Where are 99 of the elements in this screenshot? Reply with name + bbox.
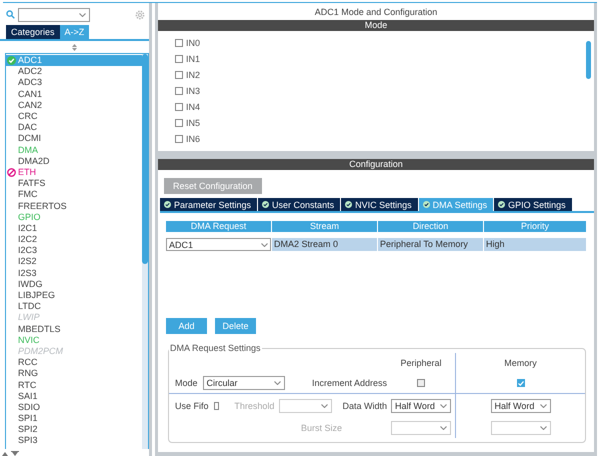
chevron-down-icon [261, 242, 268, 246]
search-icon[interactable] [6, 10, 15, 19]
check-circle-icon [422, 201, 430, 208]
peripheral-item[interactable]: RCC [6, 357, 142, 368]
settings-tab[interactable]: NVIC Settings [341, 198, 418, 211]
check-circle-icon [498, 201, 506, 208]
peripheral-item[interactable]: SPI3 [6, 435, 142, 447]
chevron-down-icon [540, 426, 546, 430]
checkbox[interactable] [175, 102, 183, 111]
chevron-down-icon [440, 404, 447, 408]
field-label: Threshold [234, 401, 274, 411]
peripheral-item[interactable]: CAN1 [6, 88, 142, 100]
peripheral-item[interactable]: LIBJPEG [6, 290, 142, 302]
checkbox[interactable] [175, 134, 183, 143]
peripheral-item[interactable]: I2C1 [6, 222, 142, 234]
channel-label: IN1 [186, 54, 200, 64]
channel-label: IN2 [186, 70, 200, 80]
chevron-down-icon [79, 12, 86, 16]
peripheral-item[interactable]: SPI1 [6, 413, 142, 424]
check-circle-icon [7, 56, 16, 66]
check-circle-icon [345, 201, 352, 208]
check-circle-icon [164, 201, 171, 208]
chevron-down-icon [440, 426, 447, 430]
channel-label: IN5 [186, 118, 200, 128]
table-cell: DMA2 Stream 0 [272, 238, 377, 251]
column-header: Direction [378, 221, 483, 232]
peripheral-item[interactable]: FMC [6, 189, 142, 200]
peripheral-item[interactable]: I2S2 [6, 256, 142, 268]
channel-label: IN3 [186, 86, 200, 96]
field-label: Data Width [342, 401, 387, 411]
column-header: Stream [272, 221, 377, 232]
peripheral-item[interactable]: DMA2D [6, 156, 142, 167]
peripheral-item[interactable]: FATFS [6, 178, 142, 190]
data-width-dropdown[interactable]: Half Word [490, 399, 550, 413]
sort-icon[interactable] [72, 44, 77, 51]
peripheral-item[interactable]: IWDG [6, 278, 142, 290]
burst-size-dropdown[interactable] [490, 421, 550, 435]
checkbox[interactable] [175, 70, 183, 79]
panel-title: ADC1 Mode and Configuration [158, 3, 594, 20]
table-cell: High [484, 238, 586, 251]
mode-dropdown[interactable]: Circular [202, 376, 285, 390]
peripheral-item[interactable]: MBEDTLS [6, 324, 142, 335]
scroll-arrows-icon[interactable] [2, 451, 20, 456]
search-field[interactable] [18, 8, 90, 22]
column-header: Priority [484, 221, 586, 232]
settings-icon[interactable] [135, 10, 145, 20]
column-label: Peripheral [400, 358, 442, 368]
checkbox[interactable] [175, 38, 183, 47]
peripheral-item[interactable]: RTC [6, 379, 142, 391]
dma-request-dropdown[interactable]: ADC1 [166, 238, 271, 251]
chevron-down-icon [274, 381, 281, 385]
checkbox[interactable] [175, 86, 183, 95]
field-label: Mode [175, 378, 198, 388]
settings-tab[interactable]: Parameter Settings [160, 198, 258, 211]
configuration-header: Configuration [158, 159, 594, 170]
checkbox[interactable] [175, 54, 183, 63]
channel-label: IN4 [186, 102, 200, 112]
chevron-down-icon [540, 404, 546, 408]
column-label: Memory [504, 358, 537, 368]
peripheral-item[interactable]: CRC [6, 110, 142, 122]
peripheral-item[interactable]: SPI2 [6, 424, 142, 436]
peripheral-item[interactable]: ADC2 [6, 66, 142, 78]
table-cell: Peripheral To Memory [378, 238, 483, 251]
peripheral-item[interactable]: I2S3 [6, 268, 142, 279]
peripheral-item[interactable]: SDIO [6, 402, 142, 413]
data-width-dropdown[interactable]: Half Word [391, 399, 451, 413]
checkmark-icon [518, 380, 524, 386]
field-label: Burst Size [300, 423, 342, 433]
peripheral-item[interactable]: ADC3 [6, 77, 142, 89]
mode-header: Mode [158, 20, 594, 31]
prohibited-icon [7, 168, 16, 177]
peripheral-item[interactable]: CAN2 [6, 100, 142, 111]
checkbox[interactable] [175, 118, 183, 127]
channel-label: IN6 [186, 134, 200, 144]
sidebar-tab[interactable]: Categories [6, 25, 60, 39]
peripheral-item[interactable]: DAC [6, 122, 142, 134]
chevron-down-icon [321, 404, 328, 408]
peripheral-item[interactable]: LTDC [6, 301, 142, 312]
peripheral-item[interactable]: DCMI [6, 133, 142, 144]
peripheral-item[interactable]: RNG [6, 368, 142, 380]
peripheral-item[interactable]: FREERTOS [6, 200, 142, 212]
field-label: Increment Address [312, 378, 387, 388]
peripheral-item[interactable]: I2C3 [6, 245, 142, 256]
peripheral-item[interactable]: SAI1 [6, 390, 142, 402]
check-circle-icon [262, 201, 270, 208]
checkbox[interactable] [417, 379, 425, 387]
field-label: Use Fifo [175, 401, 209, 411]
scrollbar[interactable] [142, 54, 148, 449]
column-header: DMA Request [166, 221, 271, 232]
burst-size-dropdown[interactable] [391, 421, 451, 435]
checkbox[interactable] [516, 379, 524, 387]
settings-tab[interactable]: User Constants [258, 198, 340, 211]
group-legend: DMA Request Settings [169, 343, 262, 353]
peripheral-item[interactable]: I2C2 [6, 234, 142, 246]
channel-label: IN0 [186, 38, 200, 48]
peripheral-item[interactable]: ETH [6, 166, 142, 178]
settings-tab[interactable]: GPIO Settings [494, 198, 572, 211]
threshold-dropdown[interactable] [279, 399, 332, 413]
checkbox[interactable] [214, 402, 220, 410]
